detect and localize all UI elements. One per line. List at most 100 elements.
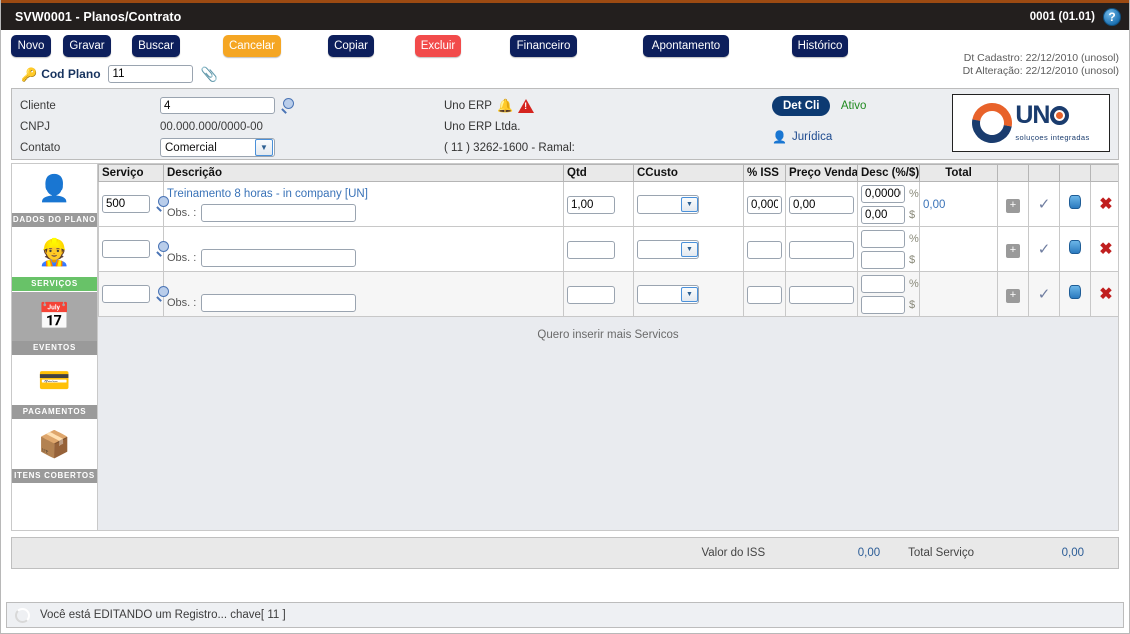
left-sidebar: 👤 DADOS DO PLANO 👷 SERVIÇOS 📅 EVENTOS 💳 PAGAMEN… <box>11 163 97 531</box>
checkmark-note-icon[interactable]: ✓ <box>1038 241 1051 258</box>
obs-input[interactable] <box>201 293 357 312</box>
column-header-servi-o: Serviço <box>98 164 164 182</box>
qtd-input[interactable] <box>567 285 615 304</box>
database-icon[interactable] <box>1069 284 1081 299</box>
search-icon-servico[interactable] <box>156 241 169 257</box>
sidebar-item-eventos[interactable]: 📅 EVENTOS <box>12 292 97 356</box>
person-icon: 👤 <box>772 130 787 144</box>
cell-approve: ✓ <box>1028 226 1060 272</box>
cell-qtd <box>563 271 634 317</box>
servico-input[interactable] <box>102 285 150 303</box>
record-dates: Dt Cadastro: 22/12/2010 (unosol) Dt Alte… <box>963 52 1119 78</box>
checkmark-note-icon[interactable]: ✓ <box>1038 196 1051 213</box>
ccusto-select[interactable]: ▼ <box>637 194 699 214</box>
cell-iss <box>743 226 786 272</box>
checkmark-note-icon[interactable]: ✓ <box>1038 286 1051 303</box>
plus-icon[interactable]: + <box>1006 244 1020 258</box>
desc-percent-input[interactable] <box>861 229 905 248</box>
search-icon-servico[interactable] <box>156 196 169 212</box>
status-badge: Ativo <box>840 100 867 112</box>
toolbar-button-gravar[interactable]: Gravar <box>63 35 111 57</box>
iss-input[interactable] <box>747 240 782 259</box>
add-more-services-link[interactable]: Quero inserir mais Servicos <box>98 317 1118 341</box>
preco-venda-input[interactable] <box>789 285 854 304</box>
obs-input[interactable] <box>201 203 357 222</box>
cell-database <box>1059 181 1091 227</box>
servico-input[interactable] <box>102 240 150 258</box>
client-panel: Cliente CNPJ 00.000.000/0000-00 Contato … <box>11 88 1119 160</box>
servico-input[interactable] <box>102 195 150 213</box>
logo-text: UN soluçoes integradas <box>1015 102 1089 144</box>
cell-approve: ✓ <box>1028 181 1060 227</box>
client-phone-row: ( 11 ) 3262-1600 - Ramal: <box>444 137 772 158</box>
sidebar-item-pagamentos[interactable]: 💳 PAGAMENTOS <box>12 356 97 420</box>
ccusto-select[interactable]: ▼ <box>637 239 699 259</box>
ccusto-select[interactable]: ▼ <box>637 284 699 304</box>
desc-value-input[interactable] <box>861 205 905 224</box>
paperclip-icon[interactable]: 📎 <box>201 67 218 81</box>
search-icon-servico[interactable] <box>156 286 169 302</box>
delete-x-icon[interactable]: ✖ <box>1099 286 1112 303</box>
toolbar-button-cancelar[interactable]: Cancelar <box>223 35 281 57</box>
toolbar-button-apontamento[interactable]: Apontamento <box>643 35 729 57</box>
toolbar-button-novo[interactable]: Novo <box>11 35 51 57</box>
plus-icon[interactable]: + <box>1006 199 1020 213</box>
toolbar-button-buscar[interactable]: Buscar <box>132 35 180 57</box>
iss-value: 0,00 <box>857 547 881 559</box>
version-label: 0001 (01.01) <box>1029 10 1095 23</box>
desc-percent-input[interactable] <box>861 274 905 293</box>
cell-delete: ✖ <box>1090 181 1118 227</box>
boxes-icon: 📦 <box>38 429 71 459</box>
cod-plano-label: Cod Plano <box>41 67 101 81</box>
preco-venda-input[interactable] <box>789 240 854 259</box>
title-bar: SVW0001 - Planos/Contrato 0001 (01.01) ? <box>1 3 1129 30</box>
plus-icon[interactable]: + <box>1006 289 1020 303</box>
toolbar-button-copiar[interactable]: Copiar <box>328 35 374 57</box>
desc-value-input[interactable] <box>861 295 905 314</box>
cell-ccusto: ▼ <box>633 271 744 317</box>
preco-venda-input[interactable] <box>789 195 854 214</box>
cell-ccusto: ▼ <box>633 181 744 227</box>
client-name-short-row: Uno ERP 🔔 <box>444 95 772 116</box>
obs-input[interactable] <box>201 248 357 267</box>
delete-x-icon[interactable]: ✖ <box>1099 241 1112 258</box>
warning-triangle-icon[interactable] <box>518 98 535 113</box>
cliente-input[interactable] <box>160 97 275 114</box>
sidebar-item-dados-do-plano[interactable]: 👤 DADOS DO PLANO <box>12 164 97 228</box>
desc-percent-input[interactable] <box>861 184 905 203</box>
client-type-label[interactable]: Jurídica <box>792 131 832 143</box>
column-header-descri-o: Descrição <box>163 164 564 182</box>
toolbar-button-histrico[interactable]: Histórico <box>792 35 848 57</box>
toolbar-button-financeiro[interactable]: Financeiro <box>510 35 577 57</box>
toolbar-button-excluir[interactable]: Excluir <box>415 35 461 57</box>
descricao-text <box>167 232 560 246</box>
alert-bell-icon[interactable]: 🔔 <box>497 99 513 112</box>
database-icon[interactable] <box>1069 194 1081 209</box>
currency-symbol: $ <box>909 253 916 266</box>
database-icon[interactable] <box>1069 239 1081 254</box>
totals-bar: Valor do ISS 0,00 Total Serviço 0,00 <box>11 537 1119 569</box>
contato-select[interactable]: Comercial ▼ <box>160 138 275 157</box>
window-title: SVW0001 - Planos/Contrato <box>15 9 182 24</box>
qtd-input[interactable] <box>567 240 615 259</box>
client-contato-row: Contato Comercial ▼ <box>20 137 442 158</box>
help-icon[interactable]: ? <box>1103 7 1121 26</box>
table-body: Treinamento 8 horas - in company [UN] Obs… <box>98 181 1118 317</box>
det-cli-button[interactable]: Det Cli <box>772 96 831 116</box>
cnpj-label: CNPJ <box>20 120 51 133</box>
iss-input[interactable] <box>747 195 782 214</box>
qtd-input[interactable] <box>567 195 615 214</box>
sidebar-item-servi-os[interactable]: 👷 SERVIÇOS <box>12 228 97 292</box>
cod-plano-input[interactable] <box>107 65 193 83</box>
column-header-blank-11 <box>1090 164 1118 182</box>
sidebar-item-label: EVENTOS <box>12 341 97 355</box>
cell-descricao: Obs. : <box>163 271 564 317</box>
currency-symbol: $ <box>909 298 916 311</box>
delete-x-icon[interactable]: ✖ <box>1099 196 1112 213</box>
search-icon-cliente[interactable] <box>281 97 297 114</box>
iss-input[interactable] <box>747 285 782 304</box>
desc-value-input[interactable] <box>861 250 905 269</box>
column-header-desc-: Desc (%/$) <box>857 164 920 182</box>
sidebar-item-itens-cobertos[interactable]: 📦 ITENS COBERTOS <box>12 420 97 484</box>
user-document-icon: 👤 <box>38 173 71 203</box>
